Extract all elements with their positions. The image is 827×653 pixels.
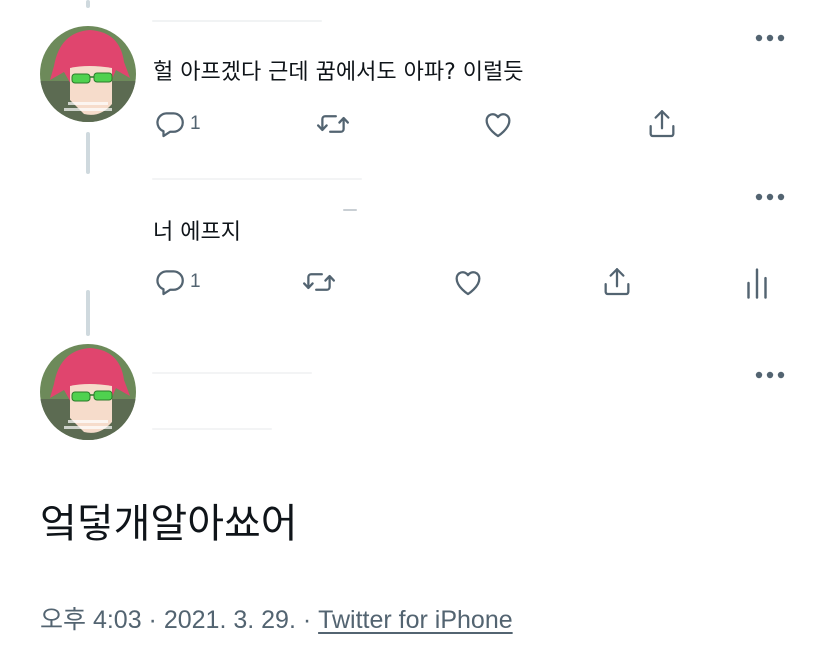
thread-line-1 [86, 132, 90, 174]
reply-icon [156, 270, 184, 296]
thread-line-top [86, 0, 90, 8]
thread-line-2 [86, 290, 90, 336]
share-button[interactable] [600, 265, 634, 299]
like-icon [455, 271, 481, 296]
more-icon[interactable] [755, 31, 785, 45]
tweet-meta: 오후 4:03 · 2021. 3. 29. · Twitter for iPh… [40, 603, 513, 637]
main-tweet-text: 엌덯개알아쑈어 [40, 501, 298, 547]
reply-button[interactable]: 1 [153, 265, 201, 299]
retweet-button[interactable] [302, 265, 336, 299]
reply-icon [156, 112, 184, 138]
retweet-icon [316, 115, 350, 133]
more-icon[interactable] [755, 190, 785, 204]
avatar-image [40, 26, 136, 122]
tweet-text: 헐 아프겠다 근데 꿈에서도 아파? 이럴듯 [153, 60, 524, 85]
avatar[interactable] [40, 344, 136, 440]
author-name-hidden [152, 178, 362, 180]
more-icon[interactable] [755, 368, 785, 382]
meta-separator: · [141, 606, 164, 634]
author-name-hidden [152, 20, 322, 22]
reply-button[interactable]: 1 [153, 107, 201, 141]
tweet-time: 오후 4:03 [40, 606, 142, 634]
share-icon [649, 110, 675, 138]
author-name-hidden [152, 372, 312, 374]
tweet-date: 2021. 3. 29. [163, 606, 296, 634]
like-icon [485, 113, 511, 138]
avatar[interactable] [40, 26, 136, 122]
reply-count: 1 [190, 271, 201, 292]
retweet-icon [302, 273, 336, 291]
like-button[interactable] [481, 107, 515, 141]
tweet-source-link[interactable]: Twitter for iPhone [318, 606, 513, 634]
retweet-button[interactable] [316, 107, 350, 141]
author-handle-hidden [343, 209, 357, 211]
share-icon [604, 268, 630, 296]
avatar-image [40, 344, 136, 440]
share-button[interactable] [645, 107, 679, 141]
tweet-text: 너 에프지 [153, 220, 241, 245]
author-handle-hidden [152, 428, 272, 430]
meta-separator: · [295, 606, 319, 634]
analytics-button[interactable] [742, 266, 772, 300]
like-button[interactable] [451, 265, 485, 299]
analytics-icon [747, 268, 767, 299]
reply-count: 1 [190, 113, 201, 134]
